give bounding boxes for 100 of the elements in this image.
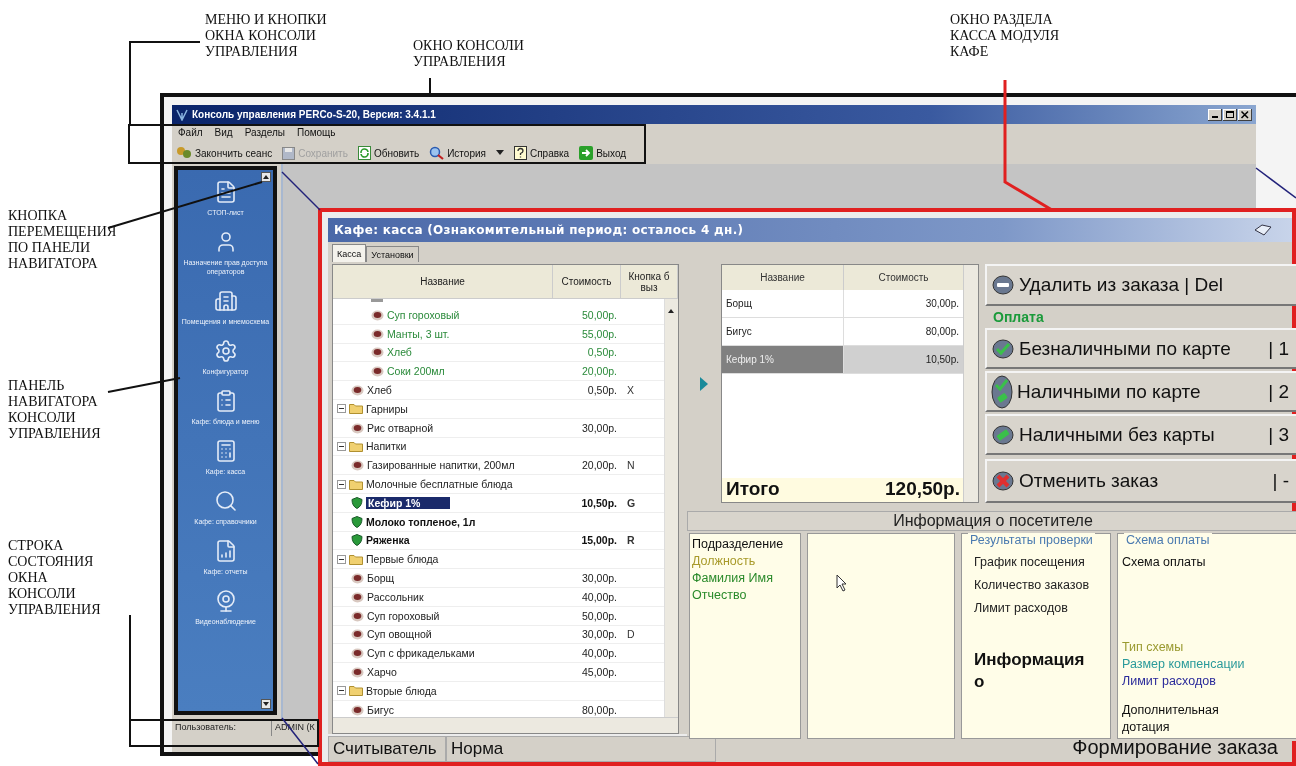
dish-name[interactable]: Бигус	[367, 703, 394, 716]
dish-name[interactable]: Кефир 1%	[366, 496, 451, 509]
dish-icon	[351, 647, 364, 660]
dish-name[interactable]: Суп с фрикадельками	[367, 647, 475, 660]
toolbar-button[interactable]: Справка	[513, 146, 570, 160]
hotkey-cell-text: G	[626, 496, 637, 509]
folder-icon	[349, 440, 363, 452]
maximize-button[interactable]	[1223, 108, 1237, 121]
visitor-info-header: Информация о посетителе	[687, 511, 1296, 531]
dish-name[interactable]: Манты, 3 шт.	[387, 327, 450, 340]
building-icon	[213, 289, 238, 313]
dish-name[interactable]: Суп овощной	[367, 628, 432, 641]
dish-name[interactable]: Молоко топленое, 1л	[366, 515, 476, 528]
column-header[interactable]: Название	[333, 265, 553, 298]
price-cell-text: 20,00р.	[580, 365, 618, 378]
dish-name[interactable]: Газированные напитки, 200мл	[367, 459, 515, 472]
row-pointer-icon	[699, 375, 709, 392]
remove-from-order-button[interactable]: Удалить из заказа | Del	[985, 264, 1296, 306]
scroll-bar[interactable]	[664, 299, 678, 717]
folder-icon	[349, 478, 363, 490]
dish-name[interactable]: Хлеб	[387, 346, 412, 359]
tab[interactable]: Касса	[332, 244, 367, 262]
hotkey-cell-text: N	[626, 459, 636, 472]
toolbar-button[interactable]: Обновить	[357, 146, 420, 160]
dish-name[interactable]: Харчо	[367, 666, 397, 679]
payment-button[interactable]: Наличными по карте | 2	[985, 371, 1296, 412]
category-name[interactable]: Напитки	[366, 440, 407, 453]
collapse-icon[interactable]	[337, 554, 346, 564]
menu-item[interactable]: Помощь	[296, 127, 336, 139]
price-cell-text: 80,00р.	[580, 703, 618, 716]
price-cell-text: 30,00р.	[580, 572, 618, 585]
dish-name[interactable]: Рассольник	[367, 590, 424, 603]
dish-name[interactable]: Рис отварной	[367, 421, 434, 434]
scroll-down-button[interactable]	[261, 699, 271, 709]
price-cell-text: 50,00р.	[580, 308, 618, 321]
payment-button[interactable]: Наличными без карты | 3	[985, 414, 1296, 455]
category-name[interactable]: Молочные бесплатные блюда	[366, 478, 513, 491]
dish-name[interactable]: Соки 200мл	[387, 365, 445, 378]
tab[interactable]: Установки	[366, 246, 419, 262]
menu-item[interactable]: Разделы	[244, 127, 285, 139]
category-name[interactable]: Первые блюда	[366, 553, 439, 566]
callout-label: КНОПКА ПЕРЕМЕЩЕНИЯ ПО ПАНЕЛИ НАВИГАТОРА	[8, 208, 117, 272]
dish-icon	[371, 346, 384, 359]
dish-icon	[351, 703, 364, 716]
dish-name[interactable]: Суп гороховый	[367, 609, 440, 622]
order-item-name[interactable]: Кефир 1%	[722, 346, 844, 373]
price-cell-text: 30,00р.	[580, 421, 618, 434]
scheme-label: Лимит расходов	[1122, 673, 1217, 690]
toolbar-button[interactable]: Выход	[579, 146, 627, 160]
info-text: Информация о	[974, 649, 1086, 693]
scroll-bar[interactable]	[963, 265, 978, 502]
column-header[interactable]: Кнопка б выз	[621, 265, 678, 298]
scheme-label: Схема оплаты	[1122, 554, 1207, 571]
minimize-button[interactable]	[1208, 108, 1222, 121]
leader-line	[281, 171, 321, 211]
dish-icon	[371, 365, 384, 378]
toolbar-button[interactable]: История	[429, 146, 486, 160]
scroll-bar[interactable]	[333, 717, 678, 733]
column-header[interactable]: Стоимость	[553, 265, 621, 298]
folder-icon	[349, 403, 363, 415]
group-title: Схема оплаты	[1124, 533, 1212, 547]
window-icon[interactable]	[1254, 224, 1272, 236]
menu-item[interactable]: Вид	[214, 127, 233, 139]
check-label: Лимит расходов	[974, 600, 1069, 617]
dish-name[interactable]: Суп гороховый	[387, 308, 460, 321]
dropdown-caret-icon[interactable]	[495, 150, 504, 156]
collapse-icon[interactable]	[337, 441, 346, 451]
users-icon	[176, 146, 192, 160]
dish-name[interactable]: Ряженка	[366, 534, 410, 547]
dish-icon	[351, 609, 364, 622]
dish-icon	[351, 384, 364, 397]
payment-group-title: Оплата	[992, 308, 1045, 326]
cancel-order-button[interactable]: Отменить заказ | -	[985, 459, 1296, 503]
folder-icon	[349, 553, 363, 565]
search-icon	[429, 146, 445, 160]
payment-button[interactable]: Безналичными по карте | 1	[985, 328, 1296, 369]
leader-line	[1255, 167, 1296, 199]
scroll-up-button[interactable]	[261, 172, 271, 182]
category-name[interactable]: Гарниры	[366, 402, 408, 415]
price-cell-text: 40,00р.	[580, 590, 618, 603]
dish-name[interactable]: Борщ	[367, 572, 395, 585]
price-cell-text: 0,50р.	[586, 346, 618, 359]
hotkey-cell-text: R	[626, 534, 636, 547]
dish-name[interactable]: Хлеб	[367, 384, 392, 397]
app-logo-icon	[176, 108, 188, 121]
close-button[interactable]	[1238, 108, 1252, 121]
toolbar-button[interactable]: Закончить сеанс	[176, 146, 273, 160]
price-cell-text: 45,00р.	[580, 666, 618, 679]
collapse-icon[interactable]	[337, 404, 346, 414]
check-label: Количество заказов	[974, 577, 1091, 594]
scheme-label: Тип схемы	[1122, 639, 1185, 656]
total-amount: 120,50р.	[884, 478, 961, 501]
menu-item[interactable]: Файл	[178, 127, 203, 139]
collapse-icon[interactable]	[337, 686, 346, 696]
collapse-icon[interactable]	[337, 479, 346, 489]
scheme-label: Дополнительная дотация	[1122, 702, 1220, 736]
shield-icon	[351, 515, 363, 528]
price-cell-text: 50,00р.	[580, 609, 618, 622]
exit-icon	[579, 146, 594, 160]
category-name[interactable]: Вторые блюда	[366, 684, 437, 697]
